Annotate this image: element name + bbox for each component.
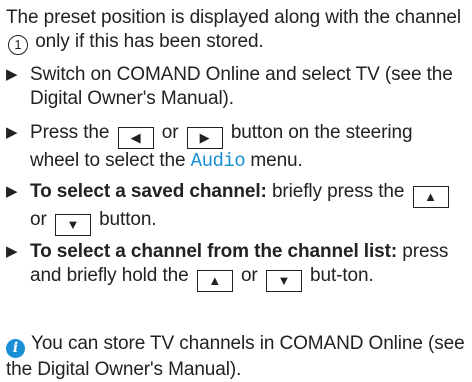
step-select-audio-menu: ▶ Press the ◀ or ▶ button on the steerin… <box>6 121 466 173</box>
step-text: To select a saved channel: briefly press… <box>30 180 466 236</box>
step-arrow-icon: ▶ <box>6 66 18 83</box>
intro-paragraph: The preset position is displayed along w… <box>6 6 466 55</box>
step-arrow-icon: ▶ <box>6 243 18 260</box>
note-text: You can store TV channels in COMAND Onli… <box>6 333 465 380</box>
audio-menu-label: Audio <box>190 150 246 172</box>
up-button-icon: ▲ <box>412 186 449 208</box>
info-note: i You can store TV channels in COMAND Onl… <box>6 332 466 382</box>
intro-text-after: only if this has been stored. <box>35 31 264 52</box>
step-text-pre: briefly press the <box>271 181 405 202</box>
step-channel-list: ▶ To select a channel from the channel l… <box>6 240 466 292</box>
step-text-or: or <box>30 209 47 230</box>
step-text-pre: Press the <box>30 122 110 143</box>
step-text-post: button. <box>99 209 157 230</box>
up-button-icon: ▲ <box>196 270 233 292</box>
left-button-icon: ◀ <box>117 127 154 149</box>
down-button-icon: ▼ <box>265 270 302 292</box>
channel-marker-icon: 1 <box>8 35 28 55</box>
manual-page: The preset position is displayed along w… <box>0 0 472 381</box>
step-text: Press the ◀ or ▶ button on the steering … <box>30 121 466 173</box>
info-icon: i <box>6 339 25 358</box>
step-text: To select a channel from the channel lis… <box>30 240 466 292</box>
step-text-end: menu. <box>250 150 303 171</box>
step-text-post: but-ton. <box>310 265 374 286</box>
step-arrow-icon: ▶ <box>6 183 18 200</box>
down-button-icon: ▼ <box>54 214 91 236</box>
step-heading: To select a channel from the channel lis… <box>30 241 398 262</box>
step-arrow-icon: ▶ <box>6 124 18 141</box>
intro-text-before: The preset position is displayed along w… <box>6 7 462 28</box>
step-heading: To select a saved channel: <box>30 181 267 202</box>
step-text: Switch on COMAND Online and select TV (s… <box>30 64 453 109</box>
step-text-or: or <box>240 265 258 286</box>
step-saved-channel: ▶ To select a saved channel: briefly pre… <box>6 180 466 236</box>
step-switch-on: ▶ Switch on COMAND Online and select TV … <box>6 63 466 111</box>
step-text-or: or <box>161 122 179 143</box>
right-button-icon: ▶ <box>186 127 223 149</box>
